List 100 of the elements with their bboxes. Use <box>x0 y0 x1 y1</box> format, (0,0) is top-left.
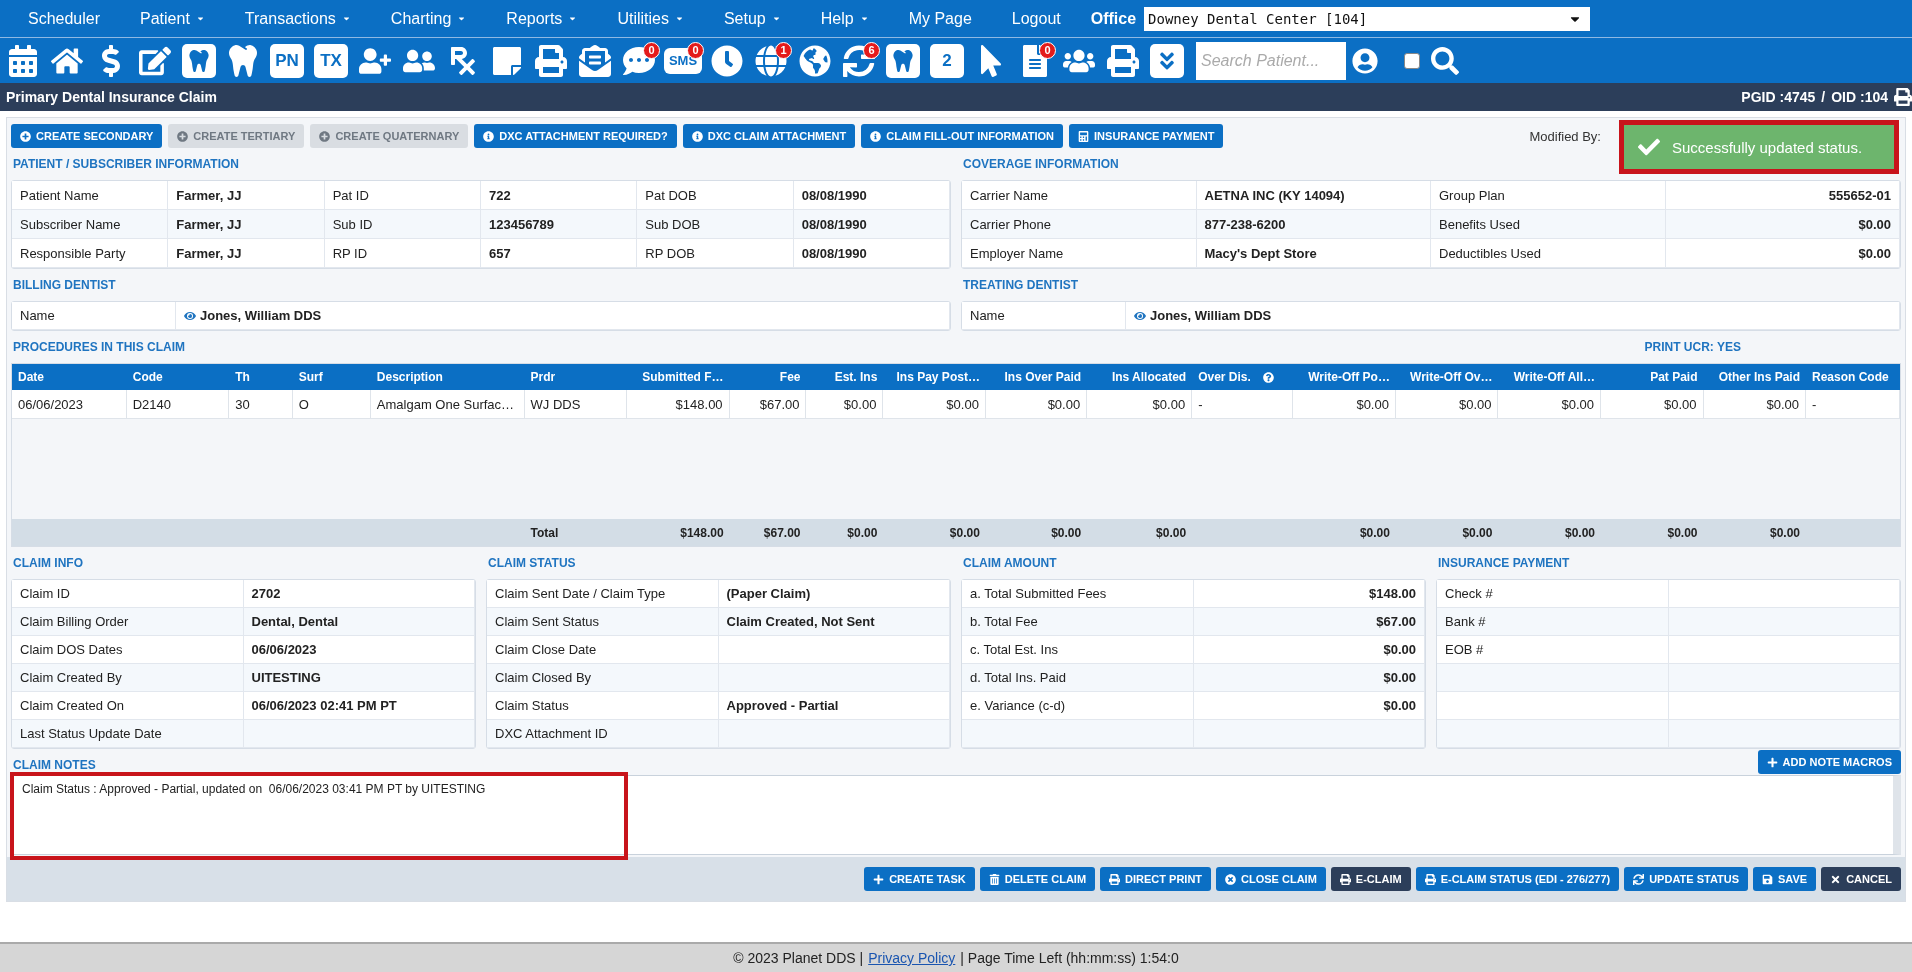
section-heading: CLAIM NOTES <box>12 757 96 774</box>
action-button[interactable]: CREATE SECONDARY <box>11 124 163 148</box>
nav-menu-item[interactable]: Charting <box>370 9 487 28</box>
note-icon <box>491 44 523 77</box>
nav-menu-item[interactable]: Reports <box>486 9 598 28</box>
section-heading: PATIENT / SUBSCRIBER INFORMATION <box>12 156 239 173</box>
column-header: Ins Over Paid <box>985 364 1088 390</box>
check-icon <box>1638 136 1660 158</box>
nav-menu-item[interactable]: Scheduler <box>8 9 121 28</box>
column-header: Pat Paid <box>1601 364 1704 390</box>
table-cell: $148.00 <box>1193 580 1425 608</box>
close-icon <box>1225 873 1237 885</box>
footer-button[interactable]: CLOSE CLAIM <box>1216 867 1326 891</box>
toolbar-button[interactable] <box>180 41 218 80</box>
footer-button[interactable]: DIRECT PRINT <box>1100 867 1212 891</box>
total-cell-text: $0.00 <box>1358 524 1391 542</box>
table-cell: Claim DOS Dates <box>12 636 244 664</box>
column-header: Write-Off All… <box>1498 364 1601 390</box>
action-button[interactable]: DXC CLAIM ATTACHMENT <box>682 124 856 148</box>
toolbar-button[interactable]: TX <box>312 41 350 80</box>
table-cell: d. Total Ins. Paid <box>962 664 1194 692</box>
column-header: Th <box>229 364 293 390</box>
table-cell: Claim Created By <box>12 664 244 692</box>
office-select[interactable]: Downey Dental Center [104] <box>1144 6 1591 31</box>
section-heading: BILLING DENTIST <box>12 277 116 294</box>
checkbox[interactable] <box>1404 52 1420 69</box>
add-note-macros-button[interactable]: ADD NOTE MACROS <box>1757 750 1901 774</box>
column-header: Submitted F… <box>627 364 730 390</box>
table-cell: 555652-01 <box>1665 181 1900 210</box>
toolbar-button[interactable]: 0 <box>620 41 658 80</box>
table-cell: Claim Closed By <box>487 664 719 692</box>
table-cell: Claim Status <box>487 692 719 720</box>
table-cell: Claim ID <box>12 580 244 608</box>
footer-button[interactable]: CREATE TASK <box>864 867 975 891</box>
note-text: Claim Status : Approved - Partial, updated on 06/06/2023 03:41 PM PT by UITESTING <box>22 782 487 796</box>
copyright-text: © 2023 Planet DDS | <box>733 950 864 966</box>
table-cell: AETNA INC (KY 14094) <box>1196 181 1431 210</box>
footer-button[interactable]: E-CLAIM <box>1330 867 1411 891</box>
footer-button[interactable]: CANCEL <box>1821 867 1901 891</box>
toolbar-button[interactable]: PN <box>268 41 306 80</box>
table-cell: 877-238-6200 <box>1196 210 1431 239</box>
nav-menu-item[interactable]: Patient <box>120 9 225 28</box>
section-heading: CLAIM AMOUNT <box>962 555 1057 572</box>
info-icon <box>870 130 882 142</box>
calendar-icon <box>7 44 39 77</box>
toolbar-button[interactable] <box>884 41 922 80</box>
table-cell: DXC Attachment ID <box>487 720 719 748</box>
table-cell: 2702 <box>243 580 475 608</box>
table-cell: $0.00 <box>1665 210 1900 239</box>
privacy-policy-link[interactable]: Privacy Policy <box>868 950 956 966</box>
info-icon <box>483 130 495 142</box>
nav-menu-item[interactable]: Help <box>800 9 889 28</box>
toolbar-button[interactable]: 1 <box>752 41 790 80</box>
action-button[interactable]: INSURANCE PAYMENT <box>1069 124 1224 148</box>
printer-icon <box>1339 873 1351 885</box>
table-cell: Jones, William DDS <box>1126 302 1900 330</box>
total-cell-text: $0.00 <box>1666 524 1699 542</box>
count-badge: 0 <box>643 41 660 59</box>
table-cell: Macy's Dept Store <box>1196 239 1431 268</box>
table-cell: 06/06/2023 02:41 PM PT <box>243 692 475 720</box>
count-badge: 0 <box>1039 41 1056 59</box>
nav-menu-item[interactable]: Setup <box>703 9 801 28</box>
table-cell: Sub ID <box>324 210 481 239</box>
table-cell: 06/06/2023 <box>243 636 475 664</box>
nav-menu-item[interactable]: Utilities <box>597 9 704 28</box>
section-heading: TREATING DENTIST <box>962 277 1079 294</box>
search-field[interactable]: Search Patient... <box>1196 41 1346 80</box>
printer-icon[interactable] <box>1894 88 1912 106</box>
table-cell: Last Status Update Date <box>12 720 244 748</box>
table-cell: $0.00 <box>1193 636 1425 664</box>
trash-icon <box>988 873 1000 885</box>
toolbar-button[interactable]: 2 <box>928 41 966 80</box>
toolbar-button[interactable] <box>1148 41 1186 80</box>
table-cell: 657 <box>481 239 638 268</box>
office-label: Office <box>1090 9 1137 28</box>
table-cell: Benefits Used <box>1431 210 1666 239</box>
toolbar-button[interactable]: 6 <box>840 41 878 80</box>
table-cell: (Paper Claim) <box>718 580 950 608</box>
nav-menu-item[interactable]: Logout <box>991 9 1081 28</box>
table-cell: b. Total Fee <box>962 608 1194 636</box>
footer-button[interactable]: SAVE <box>1753 867 1817 891</box>
total-cell-text: $0.00 <box>1050 524 1083 542</box>
toast-message: Successfully updated status. <box>1672 138 1863 156</box>
table-cell: Name <box>962 302 1126 330</box>
eye-icon <box>184 309 196 322</box>
nav-menu-item[interactable]: My Page <box>888 9 992 28</box>
toolbar-button[interactable]: 0 <box>1016 41 1054 80</box>
table-cell: Claim Created, Not Sent <box>718 608 950 636</box>
total-cell-text: Total <box>529 524 560 542</box>
action-button[interactable]: CLAIM FILL-OUT INFORMATION <box>861 124 1064 148</box>
table-cell: $0.00 <box>1193 664 1425 692</box>
footer-button[interactable]: DELETE CLAIM <box>979 867 1096 891</box>
footer-button[interactable]: UPDATE STATUS <box>1624 867 1748 891</box>
footer-button[interactable]: E-CLAIM STATUS (EDI - 276/277) <box>1415 867 1620 891</box>
table-cell: Dental, Dental <box>243 608 475 636</box>
nav-menu-item[interactable]: Transactions <box>224 9 371 28</box>
table-cell: UITESTING <box>243 664 475 692</box>
table-cell: Patient Name <box>12 181 169 210</box>
action-button[interactable]: DXC ATTACHMENT REQUIRED? <box>474 124 677 148</box>
column-header: Surf <box>292 364 371 390</box>
